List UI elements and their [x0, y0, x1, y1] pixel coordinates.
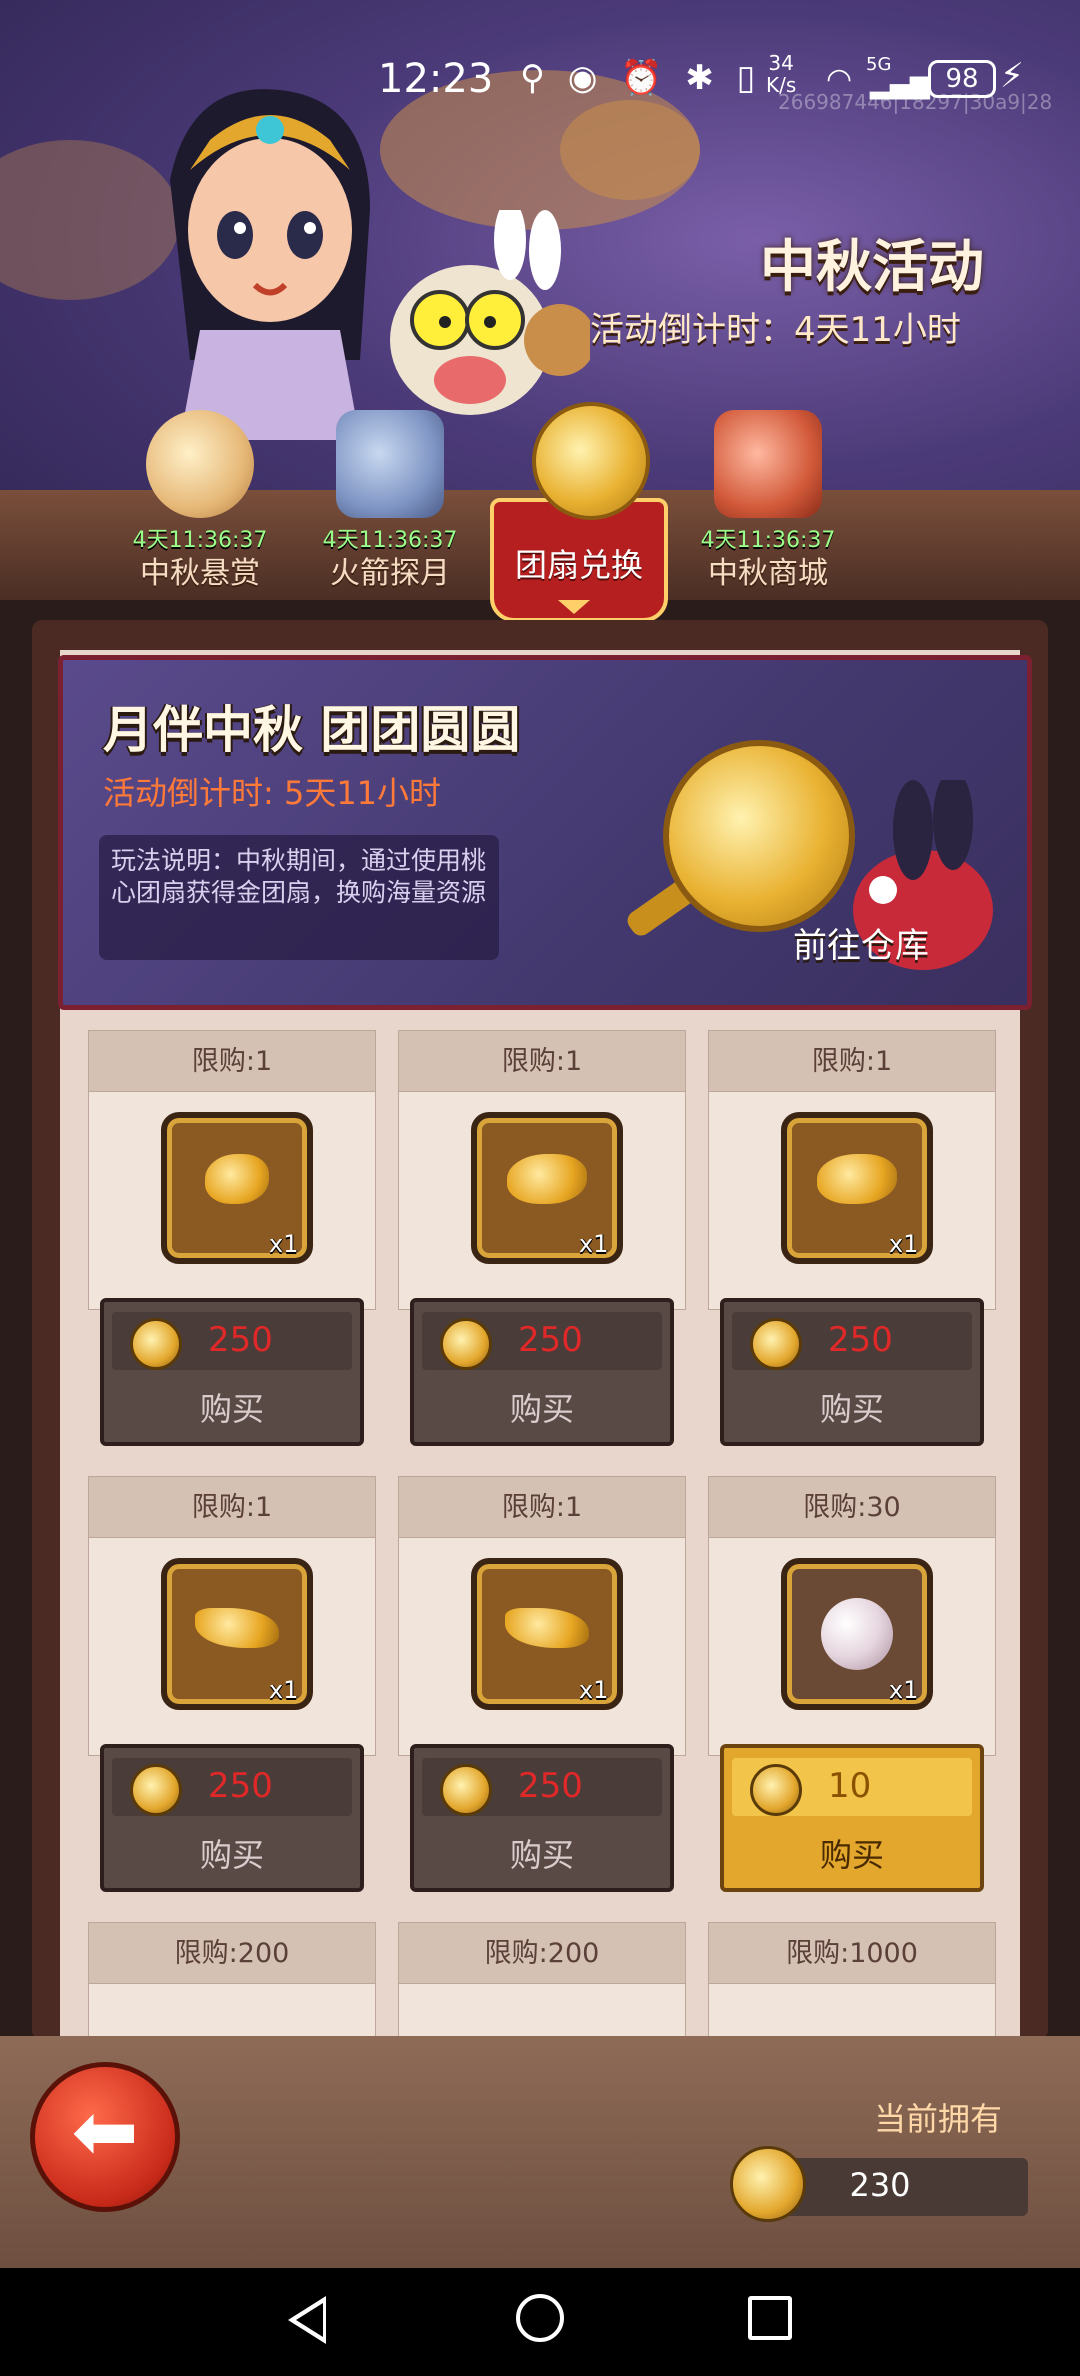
item-price: 250 — [518, 1320, 583, 1360]
item-price: 10 — [828, 1766, 872, 1806]
purchase-limit: 限购:1 — [398, 1476, 686, 1538]
tab-label: 火箭探月 — [330, 556, 450, 591]
item-quantity: x1 — [579, 1676, 609, 1704]
shop-item-card: 限购:1 x1 250 购买 — [398, 1030, 688, 1450]
goto-warehouse-link[interactable]: 前往仓库 — [793, 918, 929, 967]
back-button[interactable]: ⬅ — [30, 2062, 180, 2212]
buy-button[interactable]: 250 购买 — [410, 1298, 674, 1446]
tab-rocket-moon[interactable]: 4天11:36:37 火箭探月 — [300, 400, 480, 600]
gold-fan-coin-icon — [440, 1764, 492, 1816]
purchase-limit: 限购:1 — [88, 1030, 376, 1092]
buy-button[interactable]: 250 购买 — [100, 1744, 364, 1892]
shop-item-card: 限购:1 x1 250 购买 — [398, 1476, 688, 1896]
gold-fin-icon — [195, 1608, 279, 1648]
buy-button[interactable]: 10 购买 — [720, 1744, 984, 1892]
tab-label-active: 团扇兑换 — [514, 546, 643, 584]
back-arrow-icon: ⬅ — [71, 2085, 139, 2178]
hero-description: 玩法说明：中秋期间，通过使用桃心团扇获得金团扇，换购海量资源 — [99, 835, 499, 960]
purchase-limit: 限购:1 — [398, 1030, 686, 1092]
gold-fan-coin-icon — [440, 1318, 492, 1370]
purchase-limit: 限购:200 — [88, 1922, 376, 1984]
nav-recents-icon[interactable] — [748, 2296, 792, 2340]
tab-label: 中秋悬赏 — [140, 556, 260, 591]
buy-label: 购买 — [819, 1390, 884, 1428]
cloud-icon — [146, 410, 254, 518]
purchase-limit: 限购:1 — [88, 1476, 376, 1538]
item-quantity: x1 — [269, 1676, 299, 1704]
buy-button[interactable]: 250 购买 — [720, 1298, 984, 1446]
buy-label: 购买 — [509, 1390, 574, 1428]
hero-countdown: 活动倒计时: 5天11小时 — [103, 774, 442, 812]
status-time: 12:23 — [378, 56, 494, 102]
purchase-limit: 限购:1000 — [708, 1922, 996, 1984]
item-quantity: x1 — [579, 1230, 609, 1258]
buy-label: 购买 — [199, 1390, 264, 1428]
item-quantity: x1 — [889, 1676, 919, 1704]
shop-item-card: 限购:1 x1 250 购买 — [88, 1030, 378, 1450]
gold-fan-coin-icon — [750, 1318, 802, 1370]
item-quantity: x1 — [269, 1230, 299, 1258]
tab-mid-autumn-bounty[interactable]: 4天11:36:37 中秋悬赏 — [110, 400, 290, 600]
buy-label: 购买 — [199, 1836, 264, 1874]
fan-icon — [532, 402, 650, 520]
purchase-limit: 限购:30 — [708, 1476, 996, 1538]
gift-box-icon — [714, 410, 822, 518]
system-status-icons: ⚲ ◉ ⏰ ✱ ▯ — [520, 58, 762, 98]
gold-fan-coin-icon — [130, 1318, 182, 1370]
activity-hero: 月伴中秋 团团圆圆 活动倒计时: 5天11小时 玩法说明：中秋期间，通过使用桃心… — [58, 655, 1032, 1010]
goldfish-icon — [817, 1154, 897, 1204]
debug-id-text: 266987446|18297|30a9|28 — [778, 90, 1053, 114]
purchase-limit: 限购:200 — [398, 1922, 686, 1984]
shop-item-card: 限购:1 x1 250 购买 — [88, 1476, 378, 1896]
item-quantity: x1 — [889, 1230, 919, 1258]
pearl-icon — [821, 1598, 893, 1670]
active-tab-arrow-icon — [558, 600, 590, 614]
buy-button[interactable]: 250 购买 — [100, 1298, 364, 1446]
owned-label: 当前拥有 — [874, 2100, 1003, 2138]
item-price: 250 — [518, 1766, 583, 1806]
shop-item-card: 限购:1000 — [708, 1922, 998, 2036]
purchase-limit: 限购:1 — [708, 1030, 996, 1092]
hero-title: 月伴中秋 团团圆圆 — [103, 701, 521, 759]
buy-label: 购买 — [819, 1836, 884, 1874]
shop-item-card: 限购:200 — [398, 1922, 688, 2036]
owned-value: 230 — [849, 2166, 911, 2204]
shop-item-card: 限购:1 x1 250 购买 — [708, 1030, 998, 1450]
gold-fin-icon — [505, 1608, 589, 1648]
tab-mid-autumn-shop[interactable]: 4天11:36:37 中秋商城 — [678, 400, 858, 600]
gold-fan-coin-icon — [130, 1764, 182, 1816]
rocket-icon — [336, 410, 444, 518]
nav-home-icon[interactable] — [516, 2294, 564, 2342]
shop-item-card: 限购:200 — [88, 1922, 378, 2036]
event-title: 中秋活动 — [760, 235, 984, 300]
tab-label: 中秋商城 — [708, 556, 828, 591]
goldfish-icon — [205, 1154, 269, 1204]
shop-item-card: 限购:30 x1 10 购买 — [708, 1476, 998, 1896]
buy-label: 购买 — [509, 1836, 574, 1874]
event-countdown: 活动倒计时：4天11小时 — [590, 310, 961, 350]
gold-fan-coin-icon — [750, 1764, 802, 1816]
goldfish-icon — [507, 1154, 587, 1204]
item-price: 250 — [208, 1320, 273, 1360]
item-price: 250 — [828, 1320, 893, 1360]
buy-button[interactable]: 250 购买 — [410, 1744, 674, 1892]
item-price: 250 — [208, 1766, 273, 1806]
